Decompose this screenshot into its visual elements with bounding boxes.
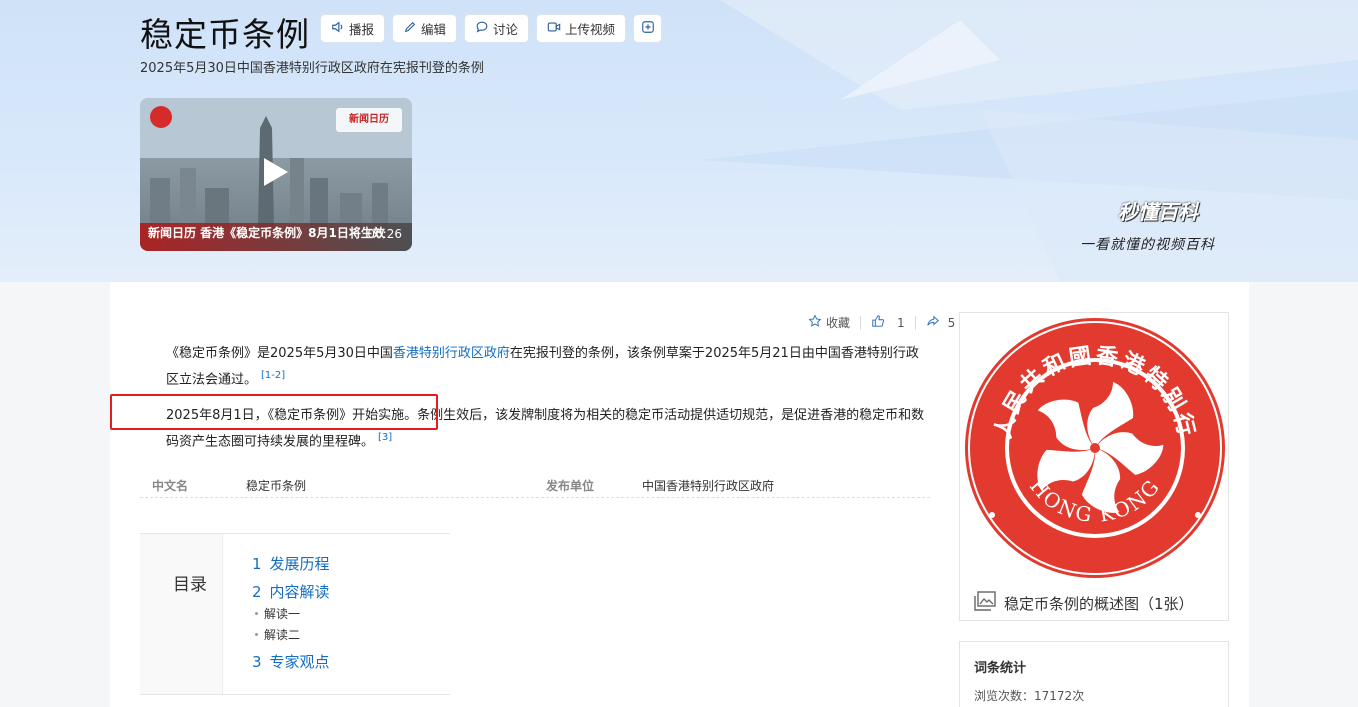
basic-info-row: 中文名 稳定币条例 发布单位 中国香港特别行政区政府 (140, 471, 930, 498)
page-title: 稳定币条例 (140, 15, 310, 54)
pencil-icon (403, 20, 417, 37)
image-caption-text: 稳定币条例的概述图（1张） (1004, 594, 1194, 613)
speaker-icon (331, 20, 345, 37)
discuss-button[interactable]: 讨论 (464, 14, 530, 43)
broadcast-label: 播报 (349, 22, 375, 37)
reference-link[interactable]: [1-2] (261, 370, 285, 381)
play-icon[interactable] (264, 158, 288, 186)
like-count: 1 (897, 315, 905, 330)
collect-button[interactable]: 收藏 (808, 314, 850, 331)
share-count: 5 (947, 315, 956, 330)
views-row: 浏览次数：17172次 (974, 687, 1084, 704)
brand-slogan: 一看就懂的视频百科 (1080, 237, 1215, 253)
hksar-government-link[interactable]: 香港特别行政区政府 (393, 346, 510, 361)
add-button[interactable] (633, 14, 663, 43)
edit-button[interactable]: 编辑 (392, 14, 458, 43)
toc-subitem-interpretation-2[interactable]: 解读二 (254, 626, 300, 643)
views-value: 17172次 (1034, 689, 1085, 703)
like-button[interactable]: 1 (871, 314, 905, 331)
video-thumbnail[interactable]: 新闻日历 新闻日历 香港《稳定币条例》8月1日将生效 00:26 (140, 98, 412, 251)
video-duration: 00:26 (367, 227, 402, 241)
star-icon (808, 314, 822, 331)
share-icon (926, 314, 940, 331)
brand-logo: 秒懂百科 (1118, 200, 1198, 224)
table-of-contents: 目录 1 发展历程 2 内容解读 解读一 解读二 3 专家观点 (140, 533, 450, 695)
channel-logo-icon (150, 106, 172, 128)
stats-title: 词条统计 (974, 661, 1027, 676)
toc-item-interpretation[interactable]: 2 内容解读 (252, 581, 330, 602)
toolbar-divider (914, 315, 916, 330)
title-actions: 播报 编辑 讨论 上传视频 (320, 14, 663, 43)
toolbar-divider (860, 315, 862, 330)
publisher-value: 中国香港特别行政区政府 (642, 479, 775, 493)
views-label: 浏览次数： (974, 689, 1035, 703)
chat-icon (475, 20, 489, 37)
intro-paragraph: 《稳定币条例》是2025年5月30日中国香港特别行政区政府在宪报刊登的条例，该条… (140, 343, 930, 391)
collect-label: 收藏 (826, 316, 851, 330)
hero-banner: 稳定币条例 播报 编辑 讨论 上传视频 2025年5月30日中国香港特别行政区政… (0, 0, 1358, 282)
edit-label: 编辑 (421, 22, 447, 37)
entry-statistics-card: 词条统计 浏览次数：17172次 (959, 641, 1229, 707)
broadcast-button[interactable]: 播报 (320, 14, 386, 43)
reference-link[interactable]: [3] (378, 432, 392, 443)
highlight-annotation (110, 394, 438, 430)
intro-text-start: 《稳定币条例》是2025年5月30日中国 (166, 346, 393, 361)
chinese-name-label: 中文名 (152, 479, 189, 493)
toc-title: 目录 (173, 575, 207, 595)
publisher-label: 发布单位 (546, 479, 595, 493)
toc-subitem-interpretation-1[interactable]: 解读一 (254, 605, 300, 622)
upload-video-button[interactable]: 上传视频 (536, 14, 627, 43)
page-subtitle: 2025年5月30日中国香港特别行政区政府在宪报刊登的条例 (140, 61, 484, 76)
image-caption[interactable]: 稳定币条例的概述图（1张） (974, 591, 1194, 615)
toc-item-history[interactable]: 1 发展历程 (252, 553, 330, 574)
toc-header (140, 534, 223, 694)
video-caption: 新闻日历 香港《稳定币条例》8月1日将生效 (148, 226, 385, 240)
thumbs-up-icon (871, 314, 885, 331)
summary-image-card[interactable]: 中華人民共和國香港特別行政區 HONG KONG 稳定币条例的概述图（1张） (959, 312, 1229, 621)
discuss-label: 讨论 (493, 22, 519, 37)
plus-icon (641, 20, 655, 37)
gallery-icon (974, 591, 996, 615)
hong-kong-emblem-image: 中華人民共和國香港特別行政區 HONG KONG (962, 315, 1225, 578)
video-brand-tag: 新闻日历 (336, 108, 402, 132)
article-toolbar: 收藏 1 5 (808, 314, 955, 331)
toc-item-expert-views[interactable]: 3 专家观点 (252, 651, 330, 672)
video-upload-icon (547, 20, 561, 37)
upload-video-label: 上传视频 (565, 22, 616, 37)
share-button[interactable]: 5 (926, 314, 956, 331)
chinese-name-value: 稳定币条例 (246, 479, 307, 493)
